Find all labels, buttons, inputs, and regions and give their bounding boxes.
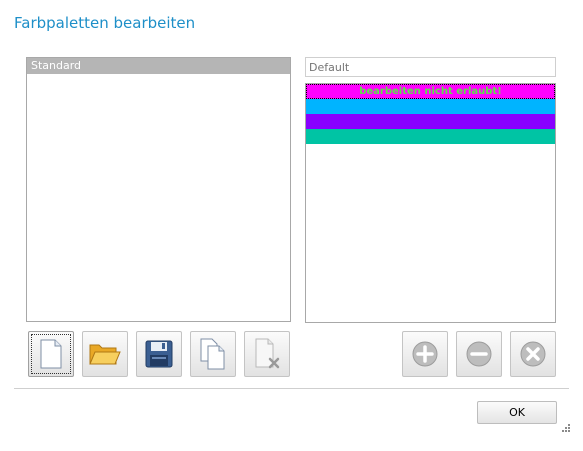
clear-circle-icon (520, 341, 546, 367)
footer-divider (14, 388, 569, 389)
ok-button[interactable]: OK (477, 401, 557, 424)
new-document-icon (40, 339, 62, 369)
copy-palette-button[interactable] (190, 331, 236, 377)
copy-documents-icon (200, 338, 225, 370)
remove-color-button[interactable] (456, 331, 502, 377)
color-swatch[interactable] (306, 129, 555, 144)
delete-document-icon (255, 338, 280, 369)
open-folder-icon (89, 344, 121, 365)
remove-circle-icon (466, 341, 492, 367)
add-color-button[interactable] (402, 331, 448, 377)
color-swatch[interactable]: bearbeiten nicht erlaubt! (306, 84, 555, 99)
open-palette-button[interactable] (82, 331, 128, 377)
edit-not-allowed-label: bearbeiten nicht erlaubt! (359, 86, 502, 97)
save-palette-button[interactable] (136, 331, 182, 377)
palette-colors[interactable]: bearbeiten nicht erlaubt! (305, 83, 556, 323)
add-circle-icon (412, 341, 438, 367)
dialog-title: Farbpaletten bearbeiten (14, 14, 196, 32)
palette-name-field[interactable] (305, 57, 556, 77)
palette-list[interactable]: Standard (26, 57, 291, 322)
new-palette-button[interactable] (28, 331, 74, 377)
delete-palette-button[interactable] (244, 331, 290, 377)
save-disk-icon (145, 340, 173, 368)
resize-grip-icon[interactable] (559, 423, 571, 435)
color-swatch[interactable] (306, 114, 555, 129)
palette-list-item[interactable]: Standard (27, 58, 290, 74)
clear-colors-button[interactable] (510, 331, 556, 377)
color-swatch[interactable] (306, 99, 555, 114)
